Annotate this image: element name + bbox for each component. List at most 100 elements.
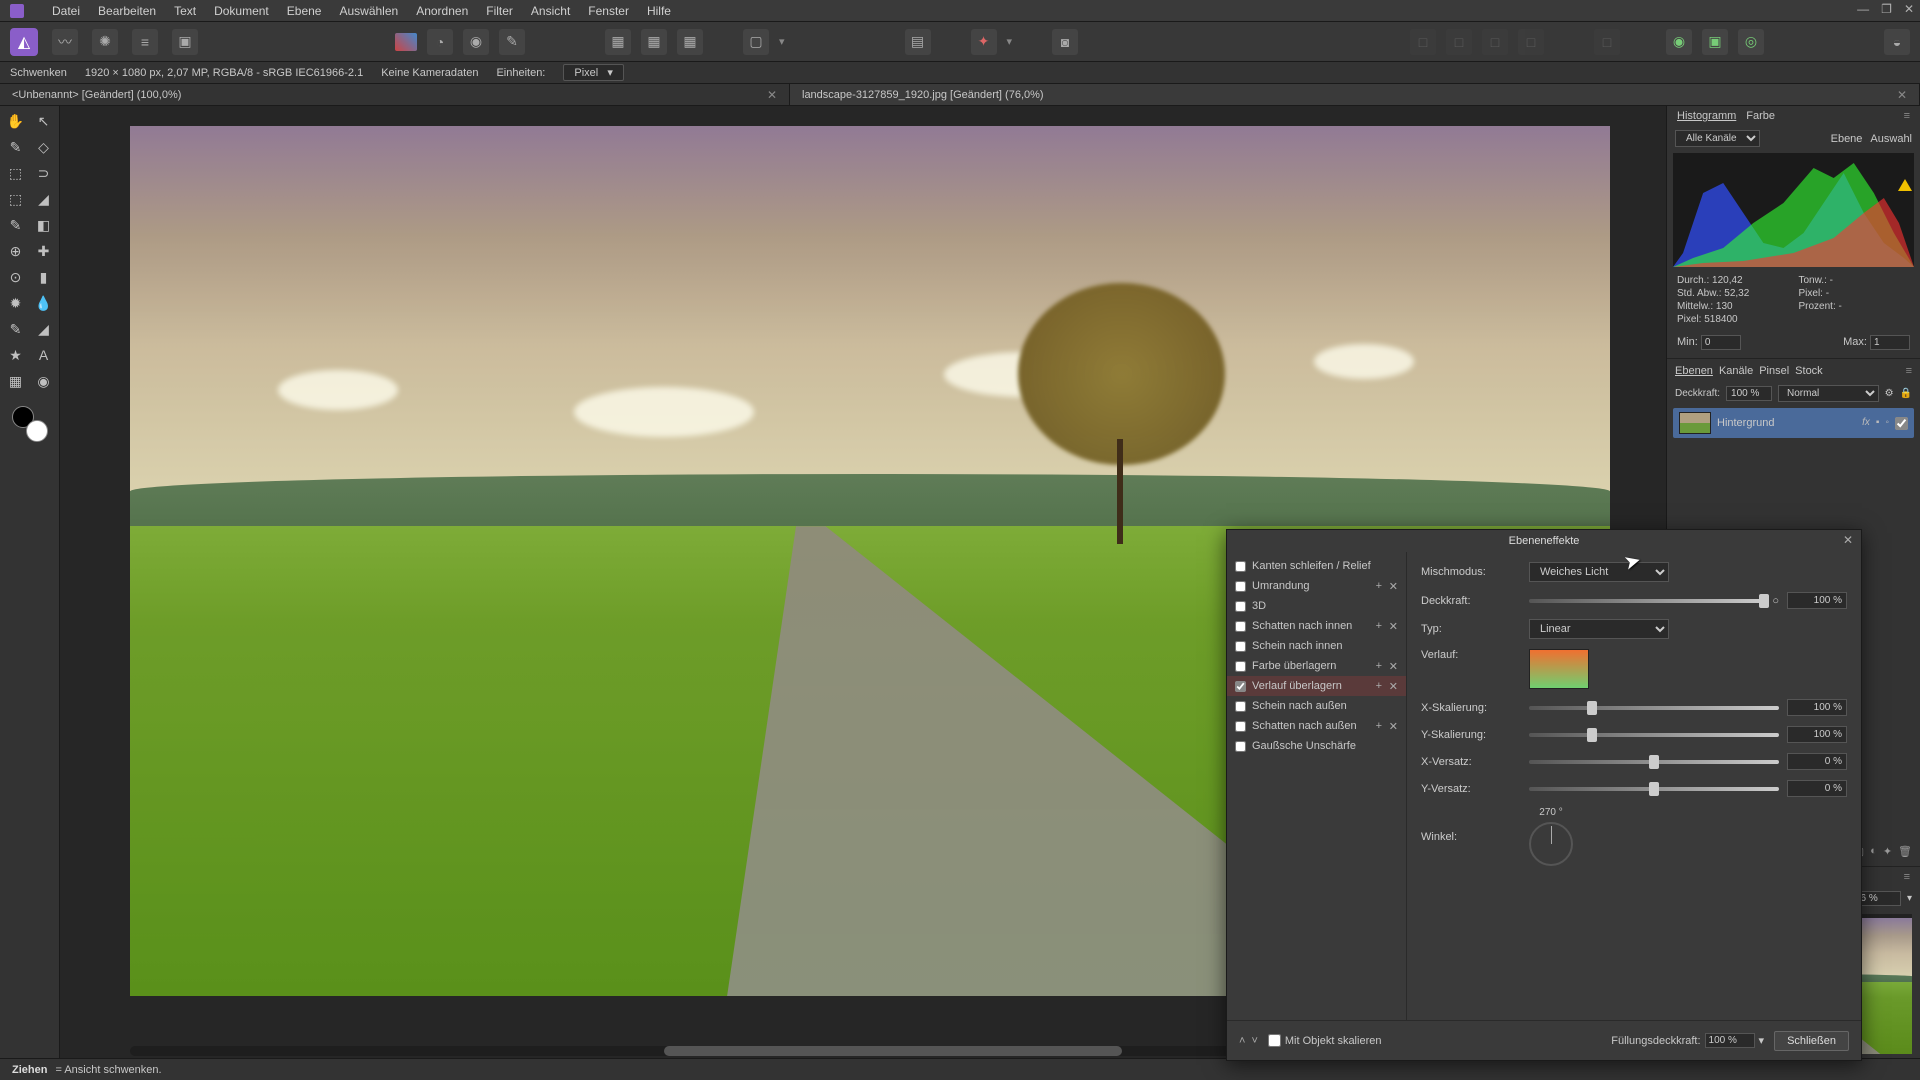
fx-effect-checkbox[interactable]	[1235, 741, 1246, 752]
select-tool-icon[interactable]: ⬚	[5, 188, 27, 210]
star-tool-icon[interactable]: ★	[5, 344, 27, 366]
move-tool-icon[interactable]: ↖	[33, 110, 55, 132]
tab-histogram[interactable]: Histogramm	[1677, 110, 1736, 122]
brush-tool-icon[interactable]: ✎	[5, 214, 27, 236]
bounds-dropdown-icon[interactable]: ▾	[779, 35, 785, 48]
fx-blend-select[interactable]: Weiches Licht	[1529, 562, 1669, 582]
fx-remove-icon[interactable]: ✕	[1389, 680, 1398, 693]
histogram-channel-select[interactable]: Alle Kanäle	[1675, 130, 1760, 147]
fx-effect-row[interactable]: 3D	[1227, 596, 1406, 616]
eyedrop-tool-icon[interactable]: ◉	[33, 370, 55, 392]
tab-color[interactable]: Farbe	[1746, 110, 1775, 122]
fx-effect-row[interactable]: Schatten nach außen+✕	[1227, 716, 1406, 736]
menu-filter[interactable]: Filter	[486, 4, 513, 18]
fx-angle-value[interactable]: 270 °	[1539, 807, 1562, 818]
fx-add-icon[interactable]: +	[1376, 660, 1382, 672]
fx-effect-checkbox[interactable]	[1235, 661, 1246, 672]
fx-opacity-slider[interactable]	[1529, 599, 1764, 603]
fx-effect-checkbox[interactable]	[1235, 681, 1246, 692]
layer-row[interactable]: Hintergrund fx ▪ ◦	[1673, 408, 1914, 438]
fx-scale-with-object-checkbox[interactable]	[1268, 1034, 1281, 1047]
swatch-icon[interactable]	[395, 33, 417, 51]
lock-icon[interactable]: 🔒	[1900, 388, 1912, 399]
menu-bearbeiten[interactable]: Bearbeiten	[98, 4, 156, 18]
fx-effect-row[interactable]: Schein nach außen	[1227, 696, 1406, 716]
fx-effect-checkbox[interactable]	[1235, 581, 1246, 592]
fx-yscale-slider[interactable]	[1529, 733, 1779, 737]
persona-photo-icon[interactable]: ◭	[10, 28, 38, 56]
persona-tone-icon[interactable]: ≡	[132, 29, 158, 55]
fx-close-button[interactable]: Schließen	[1774, 1031, 1849, 1051]
fx-remove-icon[interactable]: ✕	[1389, 580, 1398, 593]
document-tab-2[interactable]: landscape-3127859_1920.jpg [Geändert] (7…	[790, 84, 1920, 105]
share2-icon[interactable]: ▣	[1702, 29, 1728, 55]
lasso-tool-icon[interactable]: ⊃	[33, 162, 55, 184]
align-center-icon[interactable]: ▦	[641, 29, 667, 55]
hand-tool-icon[interactable]: ✋	[5, 110, 27, 132]
align-left-icon[interactable]: ▦	[605, 29, 631, 55]
fx-effect-checkbox[interactable]	[1235, 561, 1246, 572]
trash-icon[interactable]: 🗑	[1898, 845, 1912, 858]
fx-badge[interactable]: fx	[1862, 417, 1870, 430]
menu-datei[interactable]: Datei	[52, 4, 80, 18]
align-right-icon[interactable]: ▦	[677, 29, 703, 55]
fx-effect-row[interactable]: Umrandung+✕	[1227, 576, 1406, 596]
window-maximize-icon[interactable]: ❐	[1881, 2, 1892, 16]
fx-down-icon[interactable]: ˅	[1251, 1035, 1257, 1047]
fill-tool-icon[interactable]: ▮	[33, 266, 55, 288]
histogram-auswahl-button[interactable]: Auswahl	[1870, 133, 1912, 145]
tab-stock[interactable]: Stock	[1795, 365, 1823, 377]
histogram-ebene-button[interactable]: Ebene	[1831, 133, 1863, 145]
fx-angle-dial[interactable]	[1529, 822, 1573, 866]
dialog-titlebar[interactable]: Ebeneneffekte ✕	[1227, 530, 1861, 552]
fx-effect-checkbox[interactable]	[1235, 701, 1246, 712]
close-icon[interactable]: ✕	[767, 88, 777, 102]
menu-ebene[interactable]: Ebene	[287, 4, 322, 18]
fx-up-icon[interactable]: ˄	[1239, 1035, 1245, 1047]
close-icon[interactable]: ✕	[1897, 88, 1907, 102]
blur-tool-icon[interactable]: 💧	[33, 292, 55, 314]
window-minimize-icon[interactable]: —	[1857, 2, 1869, 16]
color-wheel-icon[interactable]: ◉	[463, 29, 489, 55]
menu-hilfe[interactable]: Hilfe	[647, 4, 671, 18]
fx-remove-icon[interactable]: ✕	[1389, 720, 1398, 733]
fx-xoff-value[interactable]: 0 %	[1787, 753, 1847, 770]
window-close-icon[interactable]: ✕	[1904, 2, 1914, 16]
snap2-icon[interactable]: ✦	[971, 29, 997, 55]
fill-icon[interactable]: ◔	[427, 29, 453, 55]
tab-pinsel[interactable]: Pinsel	[1759, 365, 1789, 377]
persona-export-icon[interactable]: ▣	[172, 29, 198, 55]
panel-menu-icon[interactable]: ≡	[1904, 871, 1910, 883]
flood-tool-icon[interactable]: ◢	[33, 188, 55, 210]
fx-effect-row[interactable]: Gaußsche Unschärfe	[1227, 736, 1406, 756]
fx-gradient-swatch[interactable]	[1529, 649, 1589, 689]
zoom-tool-icon[interactable]: ⊙	[5, 266, 27, 288]
fx-effect-checkbox[interactable]	[1235, 601, 1246, 612]
fx-opacity-circle-icon[interactable]: ○	[1772, 595, 1779, 607]
crop-tool-icon[interactable]: ◇	[33, 136, 55, 158]
persona-liquify-icon[interactable]: 〰	[52, 29, 78, 55]
dialog-close-icon[interactable]: ✕	[1843, 533, 1853, 547]
fx-xoff-slider[interactable]	[1529, 760, 1779, 764]
color-swatch[interactable]	[12, 406, 48, 442]
layer-opacity-input[interactable]	[1726, 386, 1772, 401]
menu-fenster[interactable]: Fenster	[588, 4, 629, 18]
fx-opacity-value[interactable]: 100 %	[1787, 592, 1847, 609]
fx-effect-row[interactable]: Schatten nach innen+✕	[1227, 616, 1406, 636]
wand-tool-icon[interactable]: ✎	[5, 136, 27, 158]
adjust-icon[interactable]: ◐	[1870, 845, 1877, 858]
fx-add-icon[interactable]: +	[1376, 580, 1382, 592]
text-tool-icon[interactable]: A	[33, 344, 55, 366]
fx-yscale-value[interactable]: 100 %	[1787, 726, 1847, 743]
fx-remove-icon[interactable]: ✕	[1389, 660, 1398, 673]
link-icon[interactable]: ◦	[1885, 417, 1889, 430]
share3-icon[interactable]: ◎	[1738, 29, 1764, 55]
zoom-dropdown-icon[interactable]: ▾	[1907, 893, 1912, 904]
menu-dokument[interactable]: Dokument	[214, 4, 269, 18]
clone-tool-icon[interactable]: ⊕	[5, 240, 27, 262]
fx-effect-row[interactable]: Verlauf überlagern+✕	[1227, 676, 1406, 696]
fx-effect-row[interactable]: Kanten schleifen / Relief	[1227, 556, 1406, 576]
fx-icon[interactable]: ✦	[1883, 845, 1892, 858]
snap-icon[interactable]: ▤	[905, 29, 931, 55]
fx-add-icon[interactable]: +	[1376, 720, 1382, 732]
